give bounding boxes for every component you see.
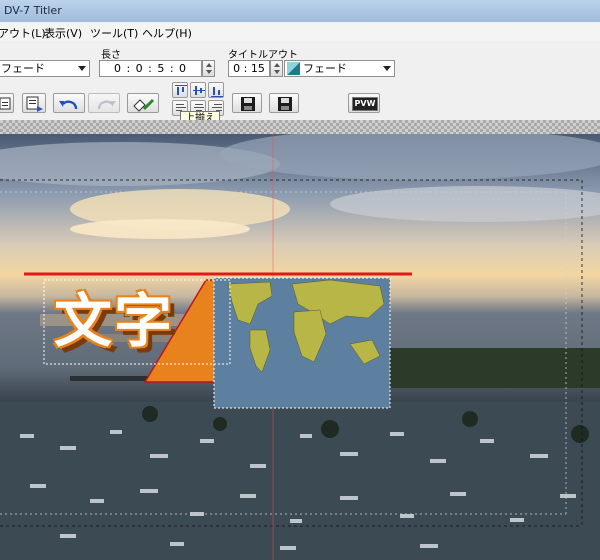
- menu-view[interactable]: 表示(V): [44, 25, 82, 41]
- length-spinner[interactable]: [202, 60, 215, 77]
- length-value: 0 : 0 : 5 : 0: [113, 62, 188, 75]
- window-title: DV-7 Titler: [4, 4, 62, 17]
- canvas-title-text[interactable]: 文字: [54, 274, 174, 358]
- save-button[interactable]: [232, 93, 262, 113]
- align-bottom-icon: [211, 87, 223, 97]
- new-title-button[interactable]: [0, 93, 14, 113]
- length-label: 長さ: [101, 50, 121, 61]
- pvw-label: PVW: [352, 97, 378, 111]
- menu-layout[interactable]: アウト(L): [0, 25, 46, 41]
- length-field[interactable]: 0 : 0 : 5 : 0: [99, 60, 202, 77]
- document-import-icon: [26, 96, 43, 112]
- document-icon: [0, 97, 11, 110]
- canvas-transparency-strip: [0, 120, 600, 134]
- undo-icon: [59, 100, 78, 110]
- floppy-disk-icon: [278, 97, 292, 111]
- transition-in-dropdown[interactable]: フェード: [0, 60, 90, 77]
- align-top-button[interactable]: [172, 82, 188, 98]
- menu-tools[interactable]: ツール(T): [90, 25, 138, 41]
- align-middle-button[interactable]: [190, 82, 206, 98]
- open-title-button[interactable]: [22, 93, 46, 113]
- menu-help[interactable]: ヘルプ(H): [142, 25, 192, 41]
- eraser-pencil-icon: [133, 98, 155, 112]
- titleout-effect-value: フェード: [303, 62, 347, 75]
- titleout-label: タイトルアウト: [228, 50, 298, 61]
- chevron-down-icon: [78, 66, 86, 71]
- clear-style-button[interactable]: [127, 93, 159, 113]
- save-as-button[interactable]: [269, 93, 299, 113]
- align-top-icon: [175, 85, 187, 95]
- align-bottom-button[interactable]: [208, 82, 224, 98]
- chevron-down-icon: [383, 66, 391, 71]
- align-middle-icon: [193, 86, 205, 95]
- transition-in-value: フェード: [1, 62, 45, 75]
- floppy-disk-icon: [241, 97, 255, 111]
- title-bar: DV-7 Titler: [0, 0, 600, 23]
- titleout-effect-dropdown[interactable]: フェード: [284, 60, 395, 77]
- fade-icon: [287, 62, 300, 75]
- menu-bar: アウト(L) 表示(V) ツール(T) ヘルプ(H): [0, 22, 600, 42]
- undo-button[interactable]: [53, 93, 85, 113]
- redo-button[interactable]: [88, 93, 120, 113]
- redo-icon: [97, 100, 116, 110]
- titleout-duration-field[interactable]: 0 : 15: [228, 60, 270, 77]
- titleout-spinner[interactable]: [270, 60, 283, 77]
- toolbar-area: フェード 長さ 0 : 0 : 5 : 0 タイトルアウト 0 : 15 フェー…: [0, 41, 600, 121]
- title-canvas[interactable]: 文字: [0, 134, 600, 560]
- titleout-duration-value: 0 : 15: [233, 62, 265, 75]
- preview-button[interactable]: PVW: [348, 93, 380, 113]
